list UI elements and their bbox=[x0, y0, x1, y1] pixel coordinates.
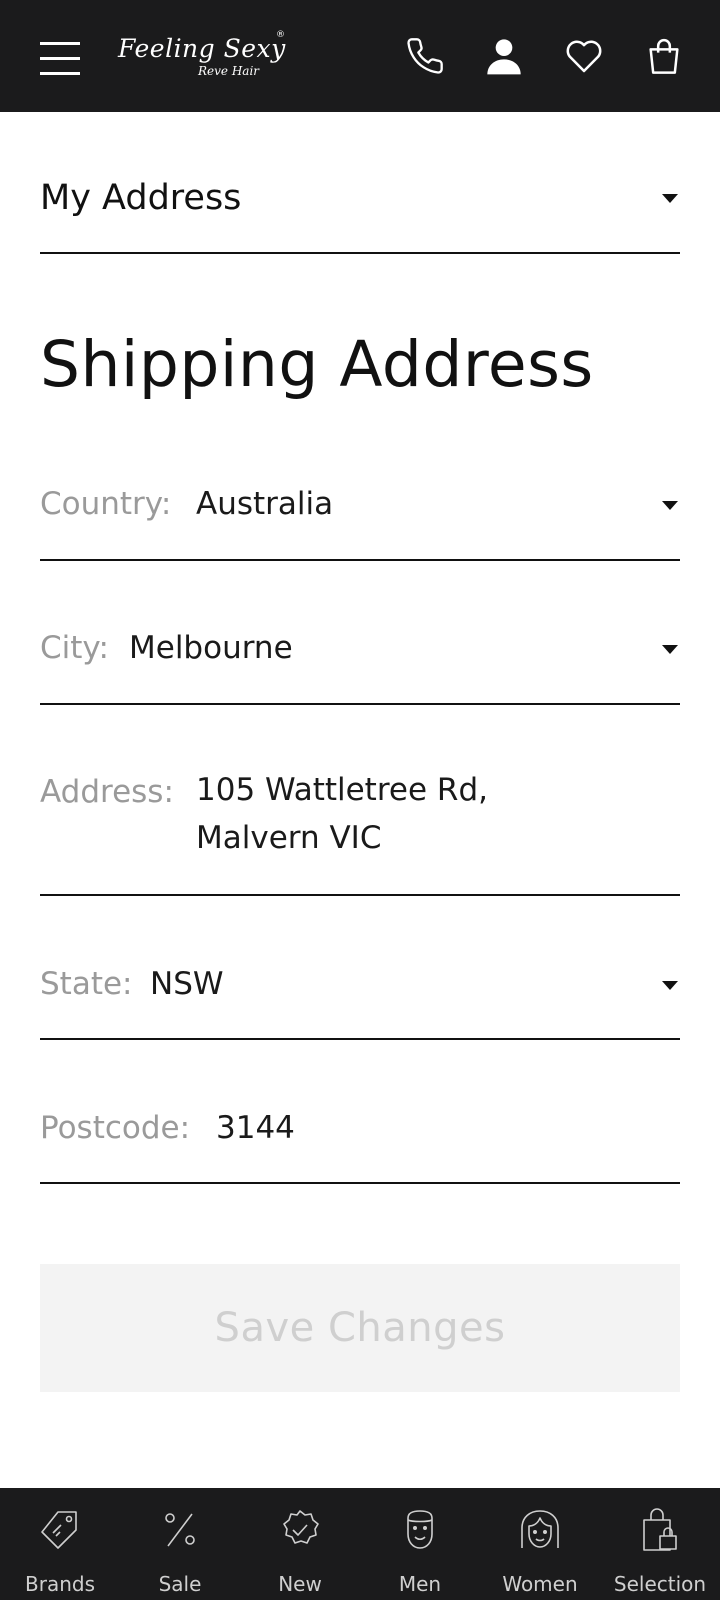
tag-icon bbox=[41, 1511, 77, 1549]
nav-item-sale[interactable]: Sale bbox=[120, 1488, 240, 1600]
page-title: Shipping Address bbox=[40, 328, 594, 401]
country-select[interactable]: Country: Australia bbox=[40, 486, 680, 561]
address-label: Address: bbox=[40, 774, 174, 810]
postcode-field[interactable]: Postcode: 3144 bbox=[40, 1110, 680, 1184]
state-value: NSW bbox=[150, 966, 224, 1002]
postcode-label: Postcode: bbox=[40, 1110, 191, 1146]
address-line-2: Malvern VIC bbox=[196, 820, 382, 856]
caret-down-icon bbox=[662, 501, 678, 510]
nav-label-women: Women bbox=[502, 1572, 578, 1596]
city-select[interactable]: City: Melbourne bbox=[40, 630, 680, 705]
nav-item-selection[interactable]: Selection bbox=[600, 1488, 720, 1600]
country-label: Country: bbox=[40, 486, 172, 522]
user-icon[interactable] bbox=[484, 36, 524, 76]
bag-icon[interactable] bbox=[644, 36, 684, 76]
shopping-bag-lock-icon bbox=[643, 1508, 677, 1551]
nav-label-sale: Sale bbox=[158, 1572, 202, 1596]
bottom-navigation: Brands Sale New Men Women Selection bbox=[0, 1488, 720, 1600]
city-label: City: bbox=[40, 630, 109, 666]
address-field[interactable]: Address: 105 Wattletree Rd, Malvern VIC bbox=[40, 772, 680, 896]
man-face-icon bbox=[407, 1510, 433, 1549]
save-changes-button[interactable]: Save Changes bbox=[40, 1264, 680, 1392]
heart-icon[interactable] bbox=[564, 36, 604, 76]
menu-icon[interactable] bbox=[40, 42, 80, 76]
address-section-dropdown[interactable]: My Address bbox=[40, 170, 680, 254]
nav-item-new[interactable]: New bbox=[240, 1488, 360, 1600]
state-label: State: bbox=[40, 966, 133, 1002]
state-select[interactable]: State: NSW bbox=[40, 966, 680, 1040]
dropdown-label: My Address bbox=[40, 178, 242, 218]
country-value: Australia bbox=[196, 486, 334, 522]
logo-registered-mark: ® bbox=[276, 30, 285, 40]
woman-face-icon bbox=[521, 1510, 559, 1548]
logo-main-text: Feeling Sexy bbox=[118, 34, 286, 63]
nav-label-men: Men bbox=[398, 1572, 442, 1596]
nav-item-men[interactable]: Men bbox=[360, 1488, 480, 1600]
caret-down-icon bbox=[662, 645, 678, 654]
nav-item-women[interactable]: Women bbox=[480, 1488, 600, 1600]
postcode-value: 3144 bbox=[216, 1110, 295, 1146]
caret-down-icon bbox=[662, 194, 678, 203]
badge-check-icon bbox=[283, 1510, 319, 1544]
top-header: Feeling Sexy Reve Hair ® bbox=[0, 0, 720, 112]
address-line-1: 105 Wattletree Rd, bbox=[196, 772, 488, 808]
percent-icon bbox=[165, 1513, 195, 1547]
nav-item-brands[interactable]: Brands bbox=[0, 1488, 120, 1600]
nav-label-selection: Selection bbox=[613, 1572, 707, 1596]
brand-logo[interactable]: Feeling Sexy Reve Hair ® bbox=[118, 30, 288, 86]
nav-label-brands: Brands bbox=[25, 1572, 95, 1596]
phone-icon[interactable] bbox=[405, 36, 445, 76]
caret-down-icon bbox=[662, 981, 678, 990]
nav-label-new: New bbox=[278, 1572, 322, 1596]
logo-sub-text: Reve Hair bbox=[198, 64, 260, 78]
city-value: Melbourne bbox=[129, 630, 293, 666]
